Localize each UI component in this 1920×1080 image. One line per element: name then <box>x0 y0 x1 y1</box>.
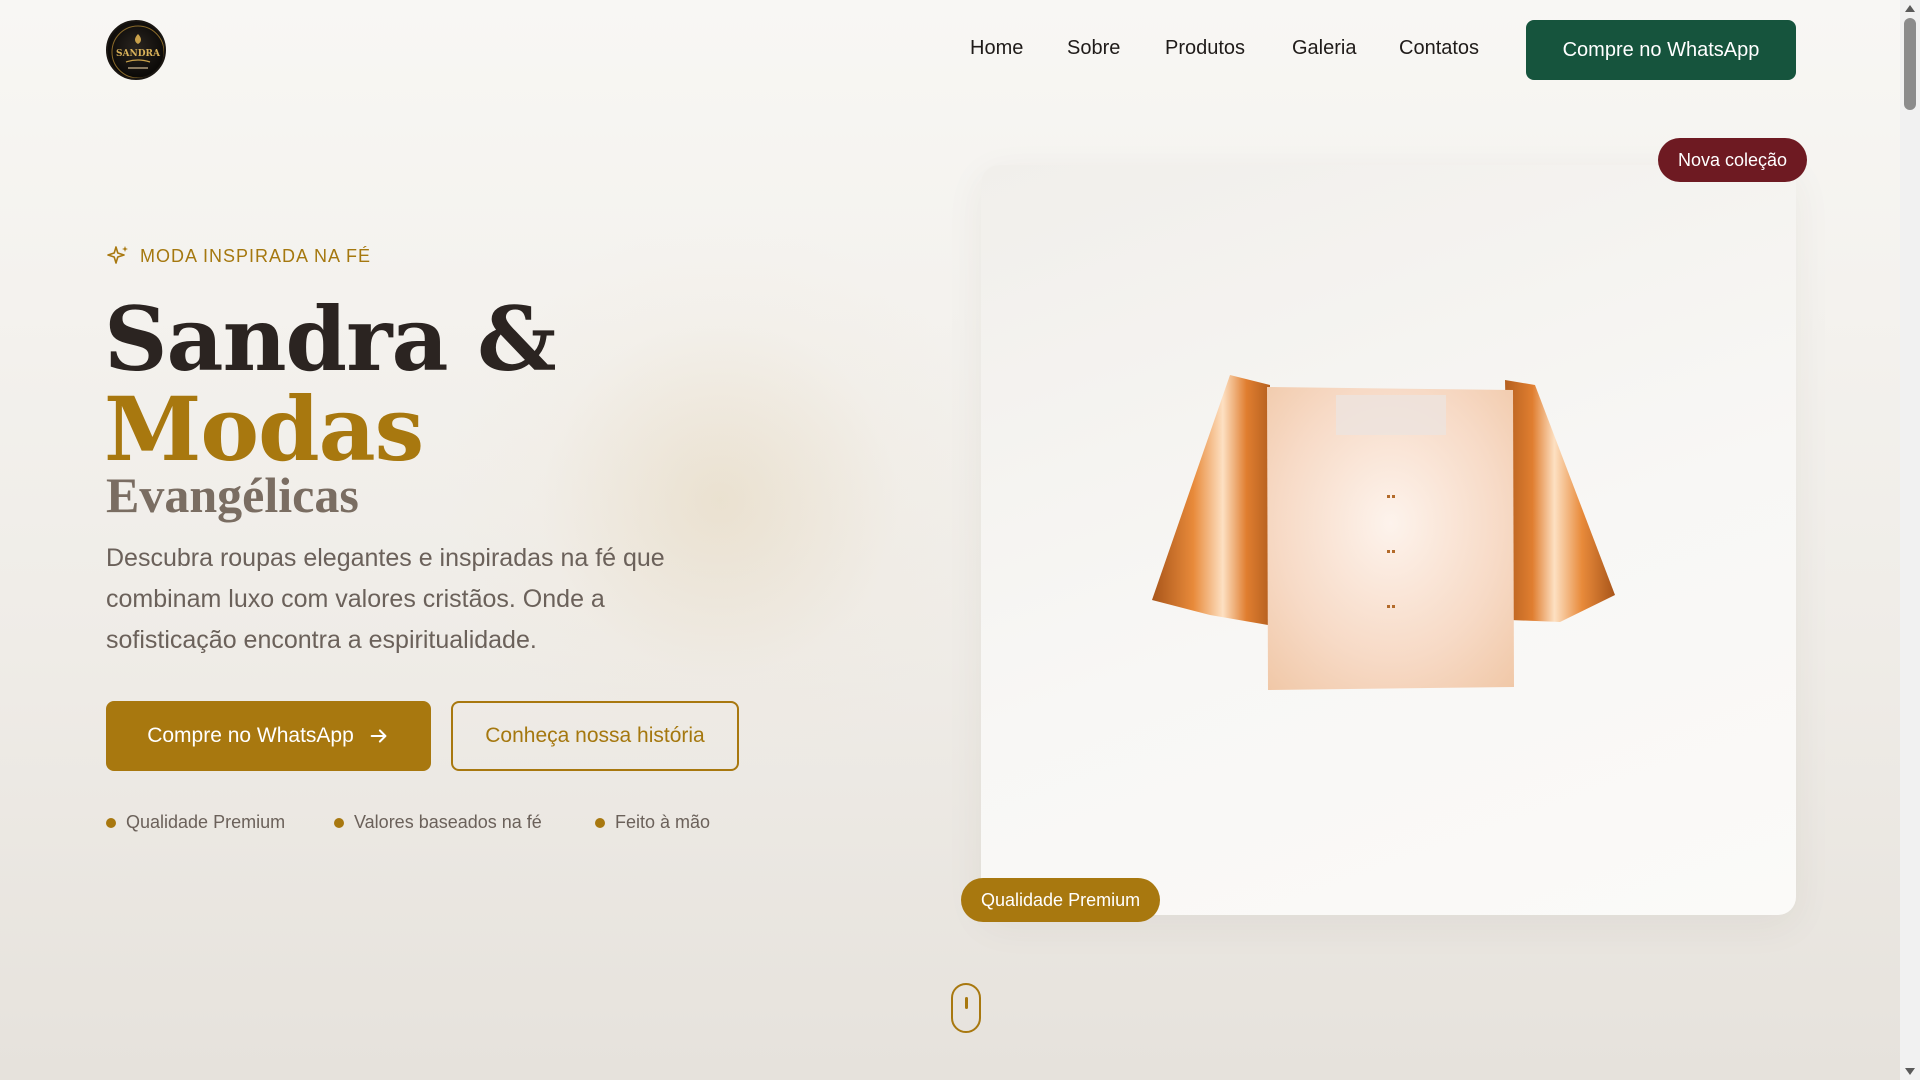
logo-emblem-icon: SANDRA <box>111 25 164 78</box>
hero-description: Descubra roupas elegantes e inspiradas n… <box>106 544 665 654</box>
blouse-illustration <box>1152 375 1615 690</box>
feature-label: Feito à mão <box>615 812 711 832</box>
scroll-up-arrow-icon[interactable] <box>1905 5 1915 12</box>
scrollbar-thumb[interactable] <box>1904 18 1916 110</box>
page-scrollbar[interactable] <box>1900 0 1920 1080</box>
hero-title-line2: Modas <box>104 377 424 481</box>
quality-badge: Qualidade Premium <box>961 878 1161 922</box>
feature-quality: Qualidade Premium <box>106 812 285 833</box>
scroll-down-arrow-icon[interactable] <box>1905 1068 1915 1075</box>
hero-title-line1: Sandra & <box>104 287 557 391</box>
new-collection-badge: Nova coleção <box>1658 138 1808 182</box>
nav-contatos[interactable]: Contatos <box>1399 37 1479 60</box>
nav-home[interactable]: Home <box>970 37 1023 60</box>
site-header: SANDRA Home Sobre Produtos Galeria Conta… <box>0 0 1900 100</box>
svg-text:SANDRA: SANDRA <box>116 49 161 59</box>
eyebrow-text: MODA INSPIRADA NA FÉ <box>140 245 372 266</box>
whatsapp-cta-label: Compre no WhatsApp <box>147 724 354 747</box>
nav-sobre[interactable]: Sobre <box>1067 37 1120 60</box>
nav-galeria[interactable]: Galeria <box>1292 37 1356 60</box>
whatsapp-cta-button[interactable]: Compre no WhatsApp <box>106 701 431 771</box>
feature-label: Qualidade Premium <box>126 812 286 832</box>
feature-handmade: Feito à mão <box>595 812 710 833</box>
nav-produtos[interactable]: Produtos <box>1165 37 1245 60</box>
bullet-dot-icon <box>106 817 116 828</box>
brand-logo[interactable]: SANDRA <box>106 20 166 80</box>
feature-faith-values: Valores baseados na fé <box>334 812 542 833</box>
feature-label: Valores baseados na fé <box>354 812 542 832</box>
scroll-down-indicator[interactable] <box>951 983 981 1033</box>
hero-eyebrow: MODA INSPIRADA NA FÉ <box>106 244 371 268</box>
bullet-dot-icon <box>334 817 344 828</box>
arrow-right-icon <box>370 729 387 743</box>
header-whatsapp-button[interactable]: Compre no WhatsApp <box>1526 20 1796 80</box>
bullet-dot-icon <box>595 817 605 828</box>
our-story-button[interactable]: Conheça nossa história <box>451 701 739 771</box>
mouse-wheel-icon <box>965 997 968 1009</box>
hero-subtitle: Evangélicas <box>106 467 359 523</box>
sparkle-icon <box>107 246 128 264</box>
